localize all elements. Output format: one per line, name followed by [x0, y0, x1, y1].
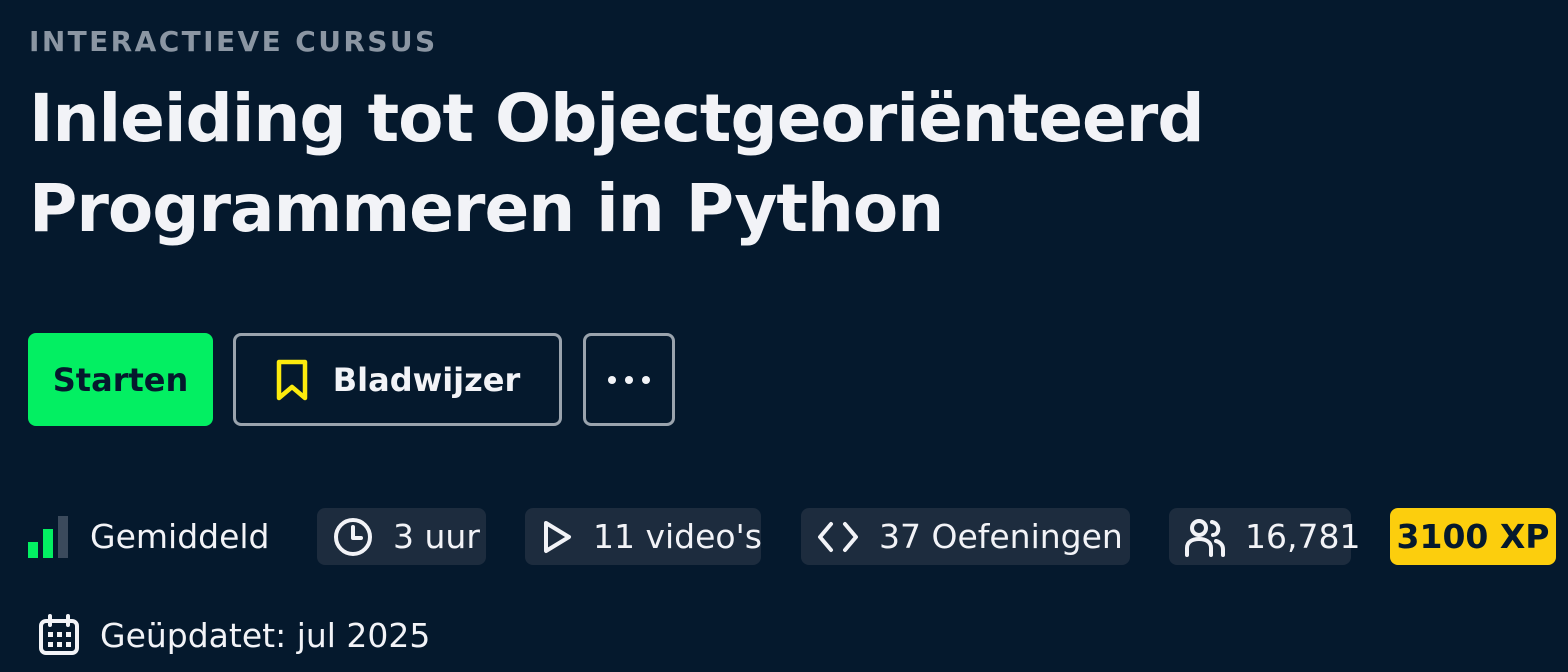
exercises-label: 37 Oefeningen: [879, 517, 1123, 556]
xp-badge: 3100 XP: [1390, 508, 1556, 565]
last-updated-label: Geüpdatet: jul 2025: [100, 615, 431, 655]
ellipsis-icon: [608, 375, 650, 384]
exercises-chip: 37 Oefeningen: [801, 508, 1130, 565]
course-title: Inleiding tot Objectgeoriënteerd Program…: [29, 74, 1329, 254]
play-icon: [544, 520, 571, 553]
course-type-label: INTERACTIEVE CURSUS: [29, 25, 438, 58]
more-options-button[interactable]: [583, 333, 675, 426]
learners-count: 16,781: [1245, 517, 1361, 556]
difficulty-level: Gemiddeld: [28, 508, 270, 565]
course-title-line-1: Inleiding tot Objectgeoriënteerd: [29, 80, 1205, 157]
bookmark-button[interactable]: Bladwijzer: [233, 333, 562, 426]
bookmark-button-label: Bladwijzer: [332, 360, 521, 399]
course-title-line-2: Programmeren in Python: [29, 170, 944, 247]
code-icon: [818, 521, 858, 552]
start-button[interactable]: Starten: [28, 333, 213, 426]
calendar-icon: [39, 614, 79, 655]
start-button-label: Starten: [52, 360, 189, 399]
clock-icon: [334, 517, 372, 556]
videos-chip: 11 video's: [525, 508, 762, 565]
duration-chip: 3 uur: [317, 508, 486, 565]
duration-label: 3 uur: [393, 517, 480, 556]
bookmark-icon: [276, 359, 308, 400]
bar-chart-icon: [28, 515, 68, 558]
last-updated: Geüpdatet: jul 2025: [38, 610, 430, 660]
videos-label: 11 video's: [593, 517, 762, 556]
users-icon: [1185, 518, 1225, 557]
xp-label: 3100 XP: [1396, 517, 1550, 556]
learners-chip: 16,781: [1169, 508, 1360, 565]
difficulty-level-label: Gemiddeld: [90, 517, 270, 556]
